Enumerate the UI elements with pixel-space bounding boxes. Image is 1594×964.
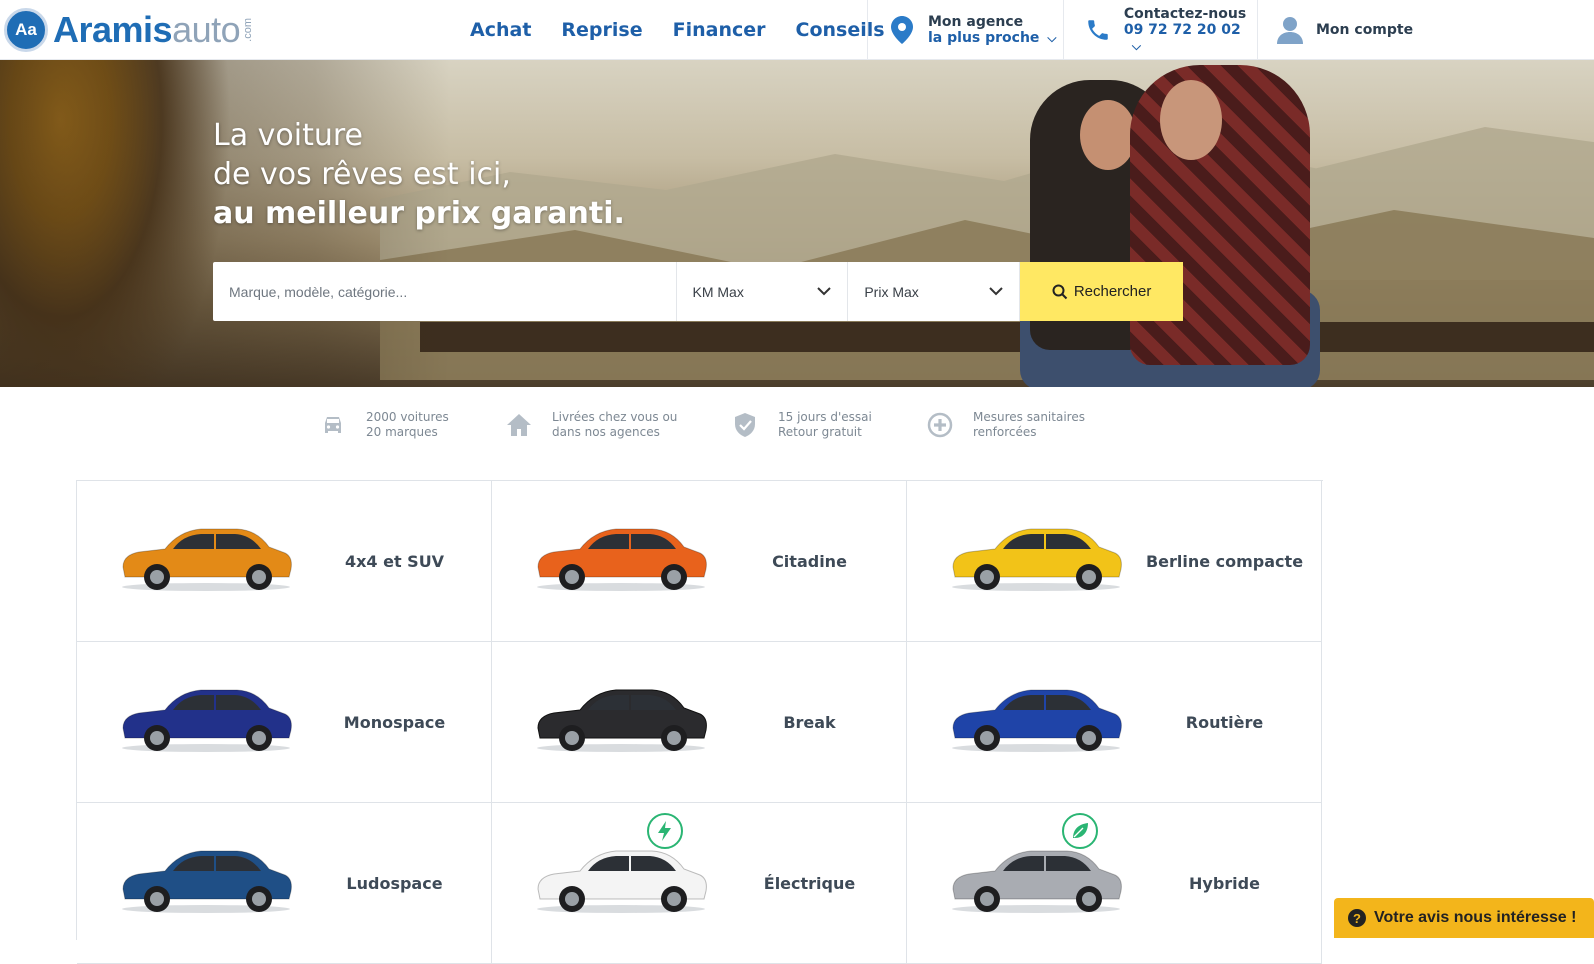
chevron-down-icon: [817, 287, 832, 296]
car-image: [952, 850, 1122, 913]
contact-box[interactable]: Contactez-nous 09 72 72 20 02⌵: [1063, 0, 1257, 60]
chevron-down-icon: ⌵: [1047, 31, 1057, 45]
agency-label: Mon agence: [928, 14, 1024, 30]
main-nav: Achat Reprise Financer Conseils: [470, 0, 885, 60]
search-button[interactable]: Rechercher: [1020, 262, 1183, 321]
category-label: Monospace: [343, 713, 446, 732]
car-image: [537, 528, 707, 591]
user-icon: [1276, 16, 1304, 44]
km-max-label: KM Max: [692, 283, 744, 300]
car-image: [952, 528, 1122, 591]
category-label: Routière: [1185, 713, 1264, 732]
search-button-label: Rechercher: [1073, 283, 1152, 300]
car-icon: [318, 410, 348, 440]
nav-achat[interactable]: Achat: [470, 19, 531, 41]
phone-icon: [1084, 16, 1112, 44]
category-card[interactable]: Hybride: [907, 803, 1322, 964]
nav-reprise[interactable]: Reprise: [561, 19, 642, 41]
hero-banner: La voiture de vos rêves est ici, au meil…: [0, 60, 1594, 387]
shield-check-icon: [730, 410, 760, 440]
category-card[interactable]: Berline compacte: [907, 481, 1322, 642]
car-image: [122, 689, 292, 752]
category-label: Break: [783, 713, 836, 732]
logo-wordmark: Aramisauto: [53, 9, 241, 50]
category-card[interactable]: Routière: [907, 642, 1322, 803]
feature-delivery: Livrées chez vous ou dans nos agences: [504, 410, 677, 440]
feature-stock: 2000 voitures 20 marques: [318, 410, 449, 440]
category-grid: 4x4 et SUV Citadine Berline compacte Mon…: [76, 480, 1323, 964]
km-max-select[interactable]: KM Max: [677, 262, 849, 321]
chevron-down-icon: ⌵: [1131, 39, 1141, 53]
category-card[interactable]: 4x4 et SUV: [77, 481, 492, 642]
search-icon: [1052, 284, 1068, 299]
leaf-icon: [1062, 813, 1098, 849]
feature-sanitary: Mesures sanitaires renforcées: [925, 410, 1085, 440]
site-header: Aa Aramisauto .com Achat Reprise Finance…: [0, 0, 1594, 60]
category-label: Ludospace: [346, 874, 443, 893]
category-label: 4x4 et SUV: [344, 552, 445, 571]
location-pin-icon: [888, 16, 916, 44]
category-label: Citadine: [772, 552, 847, 571]
category-label: Berline compacte: [1145, 552, 1304, 571]
price-max-label: Prix Max: [864, 283, 919, 300]
car-image: [537, 850, 707, 913]
contact-label: Contactez-nous: [1123, 6, 1247, 22]
logo-suffix: .com: [242, 18, 255, 42]
category-card[interactable]: Électrique: [492, 803, 907, 964]
category-label: Électrique: [763, 874, 856, 893]
plus-circle-icon: [925, 410, 955, 440]
category-card[interactable]: Monospace: [77, 642, 492, 803]
hero-couple-image: [1000, 60, 1330, 387]
car-image: [952, 689, 1122, 752]
car-image: [537, 689, 707, 752]
category-card[interactable]: Ludospace: [77, 803, 492, 964]
price-max-select[interactable]: Prix Max: [848, 262, 1021, 321]
feedback-button[interactable]: ? Votre avis nous intéresse !: [1334, 898, 1594, 938]
hero-headline: La voiture de vos rêves est ici, au meil…: [213, 118, 625, 231]
site-logo[interactable]: Aa Aramisauto .com: [4, 8, 254, 52]
account-label: Mon compte: [1316, 22, 1414, 38]
search-bar: Marque, modèle, catégorie... KM Max Prix…: [213, 262, 1183, 321]
chevron-down-icon: [989, 287, 1003, 296]
lightning-icon: [647, 813, 683, 849]
category-label: Hybride: [1189, 874, 1260, 893]
home-icon: [504, 410, 534, 440]
feature-trial: 15 jours d'essai Retour gratuit: [730, 410, 872, 440]
car-image: [122, 850, 292, 913]
account-button[interactable]: Mon compte: [1257, 0, 1420, 60]
logo-badge: Aa: [4, 8, 48, 52]
agency-value: la plus proche: [928, 30, 1040, 46]
contact-phone: 09 72 72 20 02: [1123, 22, 1241, 38]
category-card[interactable]: Break: [492, 642, 907, 803]
category-card[interactable]: Citadine: [492, 481, 907, 642]
agency-selector[interactable]: Mon agence la plus proche ⌵: [867, 0, 1063, 60]
nav-financer[interactable]: Financer: [673, 19, 766, 41]
question-icon: ?: [1348, 909, 1366, 927]
feedback-label: Votre avis nous intéresse !: [1374, 909, 1577, 926]
search-input[interactable]: Marque, modèle, catégorie...: [213, 262, 677, 321]
car-image: [122, 528, 292, 591]
features-strip: 2000 voitures 20 marques Livrées chez vou…: [0, 404, 1594, 454]
